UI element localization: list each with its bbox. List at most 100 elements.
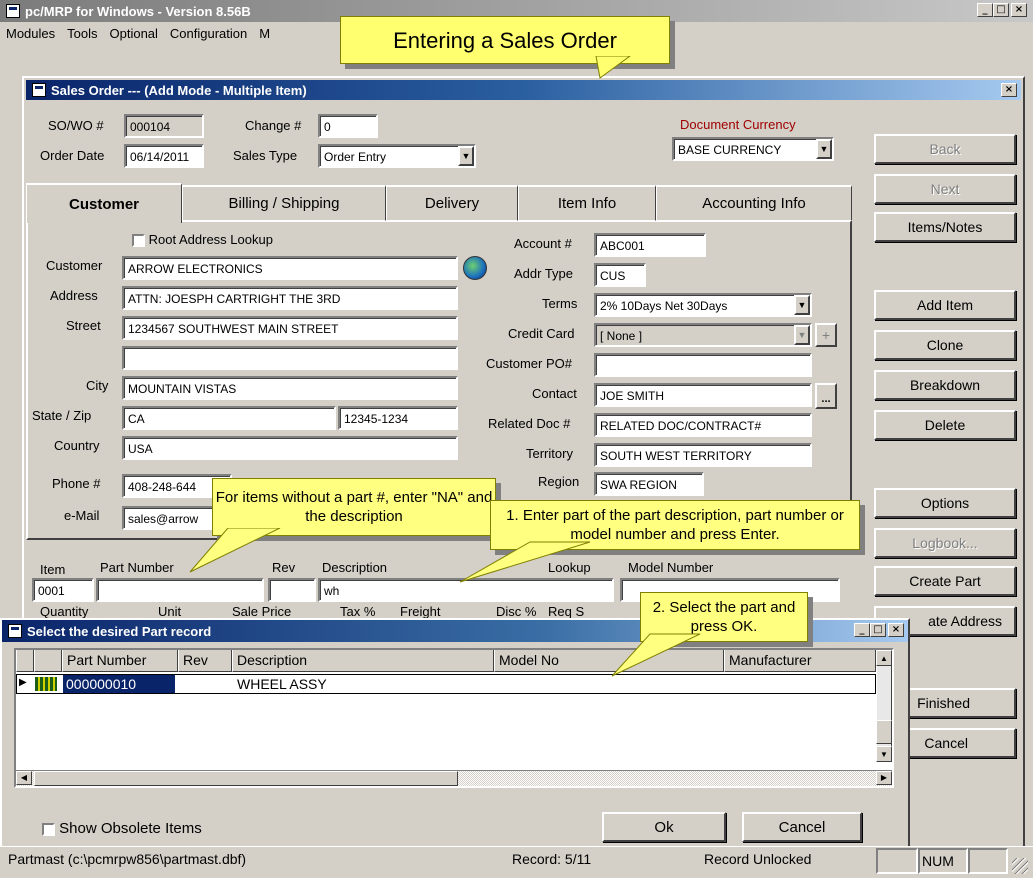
item-field[interactable]: 0001 <box>32 578 94 602</box>
banner-callout-tail <box>595 56 631 79</box>
app-system-icon[interactable] <box>6 4 20 18</box>
close-icon[interactable]: × <box>888 623 904 637</box>
addr-type-field[interactable]: CUS <box>594 263 646 287</box>
grid-corner <box>16 650 34 672</box>
state-zip-label: State / Zip <box>32 408 92 423</box>
street-field[interactable]: 1234567 SOUTHWEST MAIN STREET <box>122 316 458 340</box>
scroll-right-icon[interactable]: ▶ <box>876 771 892 785</box>
size-grip-icon[interactable] <box>1012 858 1028 874</box>
add-card-button[interactable]: + <box>815 323 837 347</box>
part-number-field[interactable] <box>96 578 264 602</box>
customer-po-label: Customer PO# <box>486 356 572 371</box>
city-field[interactable]: MOUNTAIN VISTAS <box>122 376 458 400</box>
status-record: Record: 5/11 <box>512 851 592 867</box>
logbook-button[interactable]: Logbook... <box>874 528 1016 558</box>
col-manufacturer[interactable]: Manufacturer <box>724 650 876 672</box>
tab-billing-shipping[interactable]: Billing / Shipping <box>182 185 386 221</box>
contact-lookup-button[interactable]: ... <box>815 383 837 409</box>
grid-corner-2 <box>34 650 62 672</box>
address-field[interactable]: ATTN: JOESPH CARTRIGHT THE 3RD <box>122 286 458 310</box>
scroll-left-icon[interactable]: ◀ <box>16 771 32 785</box>
minimize-icon[interactable]: _ <box>977 3 993 17</box>
col-rev[interactable]: Rev <box>178 650 232 672</box>
scroll-down-icon[interactable]: ▼ <box>876 746 892 762</box>
col-part-number[interactable]: Part Number <box>62 650 178 672</box>
maximize-icon[interactable]: □ <box>993 3 1009 17</box>
maximize-icon[interactable]: □ <box>870 623 886 637</box>
part-grid: Part Number Rev Description Model No Man… <box>14 648 894 788</box>
quantity-label: Quantity <box>40 604 89 618</box>
globe-icon[interactable] <box>463 256 487 280</box>
country-label: Country <box>54 438 100 453</box>
menu-tools[interactable]: Tools <box>67 26 97 41</box>
doc-currency-label: Document Currency <box>680 117 796 132</box>
part-number-label: Part Number <box>100 560 174 575</box>
root-lookup-checkbox[interactable]: Root Address Lookup <box>132 232 273 248</box>
part-dialog-system-icon[interactable] <box>8 624 22 638</box>
terms-label: Terms <box>542 296 578 311</box>
delete-button[interactable]: Delete <box>874 410 1016 440</box>
hscroll-thumb[interactable] <box>34 771 458 786</box>
menu-optional[interactable]: Optional <box>110 26 158 41</box>
grid-hscroll[interactable]: ◀ ▶ <box>16 770 892 786</box>
items-notes-button[interactable]: Items/Notes <box>874 212 1016 242</box>
minimize-icon[interactable]: _ <box>854 623 870 637</box>
change-field[interactable]: 0 <box>318 114 378 138</box>
customer-po-field[interactable] <box>594 353 812 377</box>
country-field[interactable]: USA <box>122 436 458 460</box>
dropdown-arrow-icon[interactable]: ▼ <box>458 146 474 166</box>
related-doc-label: Related Doc # <box>488 416 571 431</box>
menu-modules[interactable]: Modules <box>6 26 55 41</box>
street2-field[interactable] <box>122 346 458 370</box>
cancel-button[interactable]: Cancel <box>742 812 862 842</box>
scroll-up-icon[interactable]: ▲ <box>876 650 892 666</box>
add-item-button[interactable]: Add Item <box>874 290 1016 320</box>
rev-field[interactable] <box>268 578 316 602</box>
breakdown-button[interactable]: Breakdown <box>874 370 1016 400</box>
app-title: pc/MRP for Windows - Version 8.56B <box>25 3 251 19</box>
order-date-field[interactable]: 06/14/2011 <box>124 144 204 168</box>
account-field[interactable]: ABC001 <box>594 233 706 257</box>
related-doc-field[interactable]: RELATED DOC/CONTRACT# <box>594 413 812 437</box>
create-part-button[interactable]: Create Part <box>874 566 1016 596</box>
contact-field[interactable]: JOE SMITH <box>594 383 812 407</box>
show-obsolete-checkbox[interactable]: Show Obsolete Items <box>42 820 202 837</box>
step2-callout-tail <box>611 633 701 677</box>
col-description[interactable]: Description <box>232 650 494 672</box>
city-label: City <box>86 378 109 393</box>
tab-item-info[interactable]: Item Info <box>518 185 656 221</box>
part-dialog-title: Select the desired Part record <box>27 623 212 639</box>
terms-select[interactable]: 2% 10Days Net 30Days ▼ <box>594 293 812 317</box>
close-icon[interactable]: × <box>1011 3 1027 17</box>
territory-field[interactable]: SOUTH WEST TERRITORY <box>594 443 812 467</box>
checkbox-icon[interactable] <box>42 822 55 836</box>
tab-customer[interactable]: Customer <box>26 183 182 223</box>
tab-accounting-info[interactable]: Accounting Info <box>656 185 852 221</box>
sale-price-label: Sale Price <box>232 604 292 618</box>
cell-description: WHEEL ASSY <box>237 676 327 692</box>
dropdown-arrow-icon[interactable]: ▼ <box>816 139 832 159</box>
unit-label: Unit <box>158 604 182 618</box>
doc-currency-select[interactable]: BASE CURRENCY ▼ <box>672 137 834 161</box>
sales-order-close-icon[interactable]: × <box>1001 83 1017 97</box>
menu-m[interactable]: M <box>259 26 270 41</box>
ok-button[interactable]: Ok <box>602 812 726 842</box>
tab-delivery[interactable]: Delivery <box>386 185 518 221</box>
dropdown-arrow-icon[interactable]: ▼ <box>794 295 810 315</box>
scroll-thumb[interactable] <box>876 720 892 744</box>
state-field[interactable]: CA <box>122 406 336 430</box>
options-button[interactable]: Options <box>874 488 1016 518</box>
clone-button[interactable]: Clone <box>874 330 1016 360</box>
disc-label: Disc % <box>496 604 537 618</box>
zip-field[interactable]: 12345-1234 <box>338 406 458 430</box>
region-field[interactable]: SWA REGION <box>594 472 704 496</box>
menu-configuration[interactable]: Configuration <box>170 26 247 41</box>
contact-label: Contact <box>532 386 577 401</box>
next-button[interactable]: Next <box>874 174 1016 204</box>
sales-type-select[interactable]: Order Entry ▼ <box>318 144 476 168</box>
sales-order-system-icon[interactable] <box>32 83 46 97</box>
checkbox-icon[interactable] <box>132 234 145 248</box>
back-button[interactable]: Back <box>874 134 1016 164</box>
customer-field[interactable]: ARROW ELECTRONICS <box>122 256 458 280</box>
table-row[interactable]: ▶ 000000010 WHEEL ASSY <box>16 674 876 694</box>
